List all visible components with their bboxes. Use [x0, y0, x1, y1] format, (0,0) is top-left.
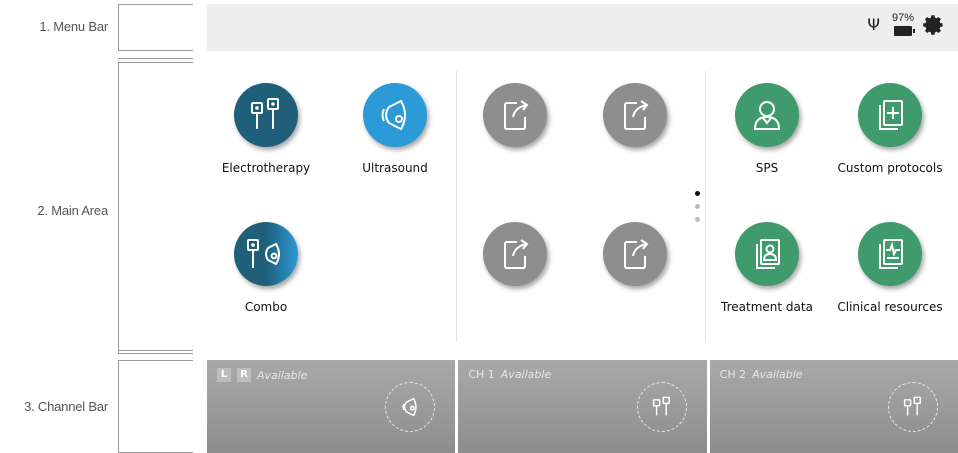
app-custom-protocols[interactable]: Custom protocols: [820, 83, 958, 175]
annotation-main-area: 2. Main Area: [37, 203, 108, 218]
shortcut-slot-2[interactable]: [565, 83, 705, 147]
channel-bar: L R Available CH 1 Available CH 2 Availa…: [207, 360, 958, 453]
annotation-main-line-bottom: [118, 350, 193, 351]
app-clinical-resources[interactable]: Clinical resources: [820, 222, 958, 314]
ultrasound-icon: [363, 83, 427, 147]
electrotherapy-icon: [234, 83, 298, 147]
annotation-channel-bar-bracket: [118, 360, 193, 453]
channel-status: Available: [752, 368, 803, 381]
battery-icon: [893, 26, 915, 36]
shortcut-icon: [483, 222, 547, 286]
channel-status: Available: [257, 368, 308, 382]
channel-1[interactable]: CH 1 Available: [458, 360, 707, 453]
channel-left-badge: L: [217, 368, 231, 382]
channel-name: CH 1: [468, 368, 495, 381]
status-area: Ψ 97%: [867, 13, 944, 36]
annotation-menu-bar-bracket: [118, 4, 193, 51]
app-label: SPS: [755, 161, 779, 175]
shortcut-icon: [603, 83, 667, 147]
app-label: Custom protocols: [837, 161, 943, 175]
battery-indicator: 97%: [891, 12, 915, 36]
channel-name: CH 2: [719, 368, 747, 381]
channel-2[interactable]: CH 2 Available: [709, 360, 958, 453]
shortcut-icon: [483, 83, 547, 147]
channel-status: Available: [500, 368, 552, 381]
app-label: Electrotherapy: [221, 161, 311, 175]
app-electrotherapy[interactable]: Electrotherapy: [196, 83, 336, 175]
page-dot[interactable]: [695, 204, 700, 209]
app-label: Combo: [244, 300, 288, 314]
gear-icon[interactable]: [922, 14, 944, 36]
channel-header: CH 1 Available: [468, 368, 551, 381]
channel-header: L R Available: [217, 368, 307, 382]
clinical-document-icon: [858, 222, 922, 286]
menu-bar: Ψ 97%: [207, 4, 958, 51]
shortcut-icon: [603, 222, 667, 286]
app-treatment-data[interactable]: Treatment data: [697, 222, 837, 314]
main-area: Electrotherapy Ultrasound Combo SPS Cust…: [207, 51, 958, 360]
combo-icon: [234, 222, 298, 286]
annotation-menu-bar: 1. Menu Bar: [39, 19, 108, 34]
shortcut-slot-1[interactable]: [445, 83, 585, 147]
app-label: Treatment data: [721, 300, 813, 314]
app-label: Clinical resources: [837, 300, 943, 314]
usb-icon: Ψ: [867, 14, 880, 34]
patient-file-icon: [735, 222, 799, 286]
shortcut-slot-4[interactable]: [565, 222, 705, 286]
add-document-icon: [858, 83, 922, 147]
electrotherapy-icon: [887, 382, 938, 432]
battery-percent: 97%: [891, 12, 914, 24]
ultrasound-icon: [385, 382, 436, 432]
device-screen: Ψ 97% Electrotherapy Ultrasound Combo SP…: [207, 4, 958, 453]
electrotherapy-icon: [636, 382, 687, 432]
annotation-channel-bar: 3. Channel Bar: [24, 399, 108, 414]
annotation-main-area-bracket: [118, 62, 193, 354]
channel-ultrasound[interactable]: L R Available: [207, 360, 456, 453]
channel-header: CH 2 Available: [720, 368, 803, 381]
app-combo[interactable]: Combo: [196, 222, 336, 314]
shortcut-slot-3[interactable]: [445, 222, 585, 286]
person-icon: [735, 83, 799, 147]
channel-right-badge: R: [237, 368, 251, 382]
annotation-main-line: [118, 58, 193, 59]
app-ultrasound[interactable]: Ultrasound: [325, 83, 465, 175]
page-dot-active[interactable]: [695, 191, 700, 196]
app-label: Ultrasound: [362, 161, 428, 175]
app-sps[interactable]: SPS: [697, 83, 837, 175]
